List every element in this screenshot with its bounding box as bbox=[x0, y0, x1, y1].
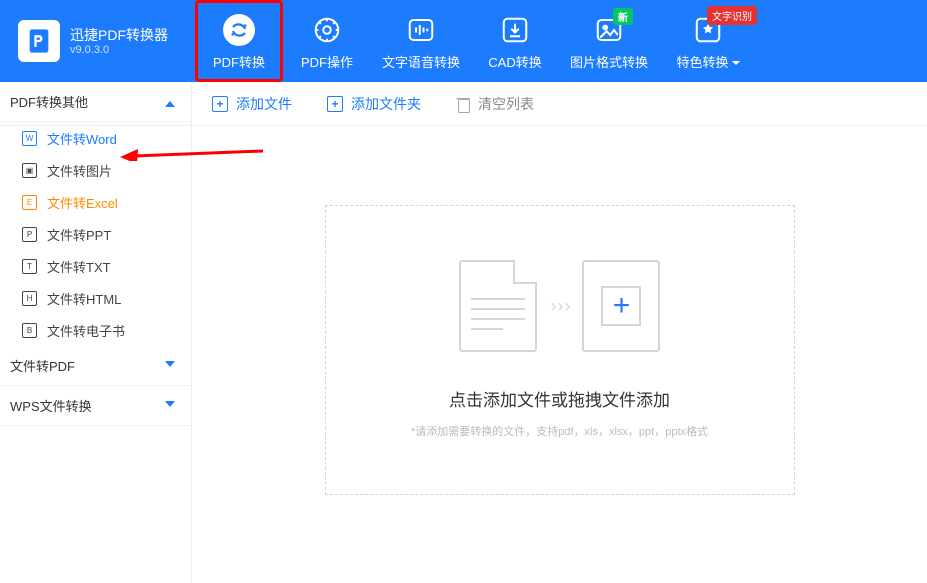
html-icon: H bbox=[22, 291, 37, 306]
add-folder-button[interactable]: + 添加文件夹 bbox=[327, 94, 421, 114]
chevron-down-icon bbox=[732, 61, 740, 65]
category-label: PDF转换其他 bbox=[10, 92, 88, 111]
sidebar-item-label: 文件转HTML bbox=[47, 289, 121, 308]
drop-zone-hint: *请添加需要转换的文件，支持pdf，xls，xlsx，ppt，pptx格式 bbox=[411, 423, 708, 439]
excel-icon: E bbox=[22, 195, 37, 210]
sidebar-item-label: 文件转TXT bbox=[47, 257, 111, 276]
sidebar-item-image[interactable]: ▣ 文件转图片 bbox=[0, 154, 191, 186]
app-title: 迅捷PDF转换器 bbox=[70, 26, 168, 44]
sidebar-item-ppt[interactable]: P 文件转PPT bbox=[0, 218, 191, 250]
button-label: 添加文件 bbox=[236, 94, 292, 114]
nav-label: PDF转换 bbox=[213, 52, 265, 71]
sidebar-item-label: 文件转PPT bbox=[47, 225, 111, 244]
download-box-icon bbox=[500, 12, 530, 48]
chevron-down-icon bbox=[165, 401, 175, 411]
category-label: 文件转PDF bbox=[10, 356, 75, 375]
sidebar: PDF转换其他 W 文件转Word ▣ 文件转图片 E 文件转Excel P 文件转PP… bbox=[0, 82, 192, 583]
category-pdf-other[interactable]: PDF转换其他 bbox=[0, 82, 191, 122]
category-wps[interactable]: WPS文件转换 bbox=[0, 386, 191, 426]
nav-label: 特色转换 bbox=[676, 52, 739, 71]
gear-icon bbox=[312, 12, 342, 48]
audio-wave-icon bbox=[406, 12, 436, 48]
app-logo-block: 迅捷PDF转换器 v9.0.3.0 bbox=[0, 20, 195, 62]
sidebar-item-word[interactable]: W 文件转Word bbox=[0, 122, 191, 154]
nav-label: CAD转换 bbox=[488, 52, 541, 71]
button-label: 添加文件夹 bbox=[351, 94, 421, 114]
ppt-icon: P bbox=[22, 227, 37, 242]
nav-label: 文字语音转换 bbox=[382, 52, 460, 71]
nav-label: PDF操作 bbox=[301, 52, 353, 71]
drop-zone[interactable]: › › › + 点击添加文件或拖拽文件添加 *请添加需要转换的文件，支持pdf，… bbox=[325, 205, 795, 495]
header-bar: 迅捷PDF转换器 v9.0.3.0 PDF转换 PDF操作 文字语音转换 bbox=[0, 0, 927, 82]
drop-zone-illustration: › › › + bbox=[459, 260, 661, 352]
sidebar-item-ebook[interactable]: B 文件转电子书 bbox=[0, 314, 191, 346]
app-version: v9.0.3.0 bbox=[70, 44, 168, 56]
chevron-up-icon bbox=[165, 97, 175, 107]
nav-cad[interactable]: CAD转换 bbox=[471, 0, 559, 82]
arrows-right-icon: › › › bbox=[551, 296, 569, 317]
category-to-pdf[interactable]: 文件转PDF bbox=[0, 346, 191, 386]
txt-icon: T bbox=[22, 259, 37, 274]
drop-zone-text: 点击添加文件或拖拽文件添加 bbox=[449, 386, 670, 411]
new-badge: 新 bbox=[613, 8, 633, 25]
sidebar-item-label: 文件转图片 bbox=[47, 161, 112, 180]
nav-pdf-convert[interactable]: PDF转换 bbox=[195, 0, 283, 82]
chevron-down-icon bbox=[165, 361, 175, 371]
ocr-badge: 文字识别 bbox=[707, 6, 757, 25]
category-label: WPS文件转换 bbox=[10, 396, 92, 415]
sidebar-item-label: 文件转Excel bbox=[47, 193, 118, 212]
image-file-icon: ▣ bbox=[22, 163, 37, 178]
refresh-convert-icon bbox=[222, 12, 256, 48]
sidebar-item-txt[interactable]: T 文件转TXT bbox=[0, 250, 191, 282]
word-icon: W bbox=[22, 131, 37, 146]
app-logo-icon bbox=[18, 20, 60, 62]
nav-feature[interactable]: 文字识别 特色转换 bbox=[659, 0, 757, 82]
sidebar-item-html[interactable]: H 文件转HTML bbox=[0, 282, 191, 314]
main-content: › › › + 点击添加文件或拖拽文件添加 *请添加需要转换的文件，支持pdf，… bbox=[192, 126, 927, 583]
button-label: 清空列表 bbox=[478, 94, 534, 114]
document-icon bbox=[459, 260, 537, 352]
nav-label: 图片格式转换 bbox=[570, 52, 648, 71]
nav-pdf-ops[interactable]: PDF操作 bbox=[283, 0, 371, 82]
trash-icon bbox=[456, 96, 470, 112]
plus-folder-icon: + bbox=[327, 96, 343, 112]
add-target-icon: + bbox=[582, 260, 660, 352]
nav-tabs: PDF转换 PDF操作 文字语音转换 CAD转换 新 图片格式转换 bbox=[195, 0, 757, 82]
plus-file-icon: + bbox=[212, 96, 228, 112]
ebook-icon: B bbox=[22, 323, 37, 338]
nav-image[interactable]: 新 图片格式转换 bbox=[559, 0, 659, 82]
plus-icon: + bbox=[613, 291, 631, 321]
nav-tts[interactable]: 文字语音转换 bbox=[371, 0, 471, 82]
add-file-button[interactable]: + 添加文件 bbox=[212, 94, 292, 114]
sidebar-item-label: 文件转Word bbox=[47, 129, 117, 148]
sidebar-item-excel[interactable]: E 文件转Excel bbox=[0, 186, 191, 218]
clear-list-button[interactable]: 清空列表 bbox=[456, 94, 534, 114]
sidebar-item-label: 文件转电子书 bbox=[47, 321, 125, 340]
